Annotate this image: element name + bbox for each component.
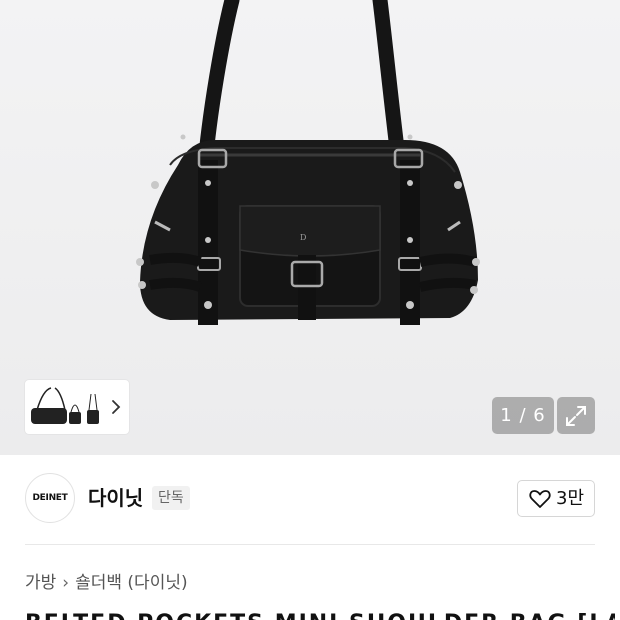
- heart-icon: [529, 490, 551, 508]
- thumbnail-images: [31, 387, 99, 424]
- expand-icon: [566, 406, 586, 426]
- like-button[interactable]: 3만: [517, 480, 595, 517]
- breadcrumb: 가방 › 숄더백 (다이닛): [25, 570, 188, 596]
- brand-name[interactable]: 다이닛: [88, 484, 143, 512]
- product-title-text: BELTED POCKETS MINI SHOULDER BAG [LAB: [25, 611, 615, 620]
- image-counter: 1 / 6: [492, 397, 554, 434]
- like-count: 3만: [556, 488, 585, 509]
- breadcrumb-item[interactable]: 숄더백 (다이닛): [75, 570, 188, 596]
- product-title: BELTED POCKETS MINI SHOULDER BAG [LAB: [25, 611, 615, 620]
- divider: [25, 544, 595, 545]
- svg-text:D: D: [300, 233, 306, 242]
- brand-logo[interactable]: DEINET: [25, 473, 75, 523]
- expand-button[interactable]: [557, 397, 595, 434]
- chevron-right-icon[interactable]: [107, 397, 125, 417]
- chevron-right-icon: ›: [62, 573, 70, 593]
- product-image-gallery[interactable]: D 1 / 6: [0, 0, 620, 455]
- thumbnail-strip[interactable]: [25, 380, 129, 434]
- breadcrumb-item[interactable]: 가방: [25, 570, 56, 596]
- exclusive-badge: 단독: [152, 486, 190, 510]
